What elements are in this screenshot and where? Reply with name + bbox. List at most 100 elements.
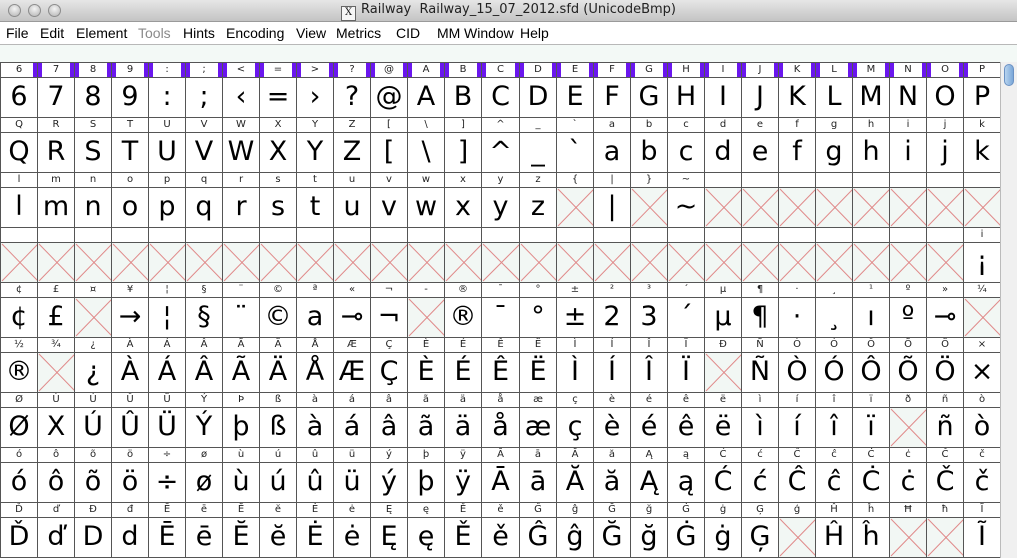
glyph-cell[interactable]: § § [185,282,223,338]
glyph-cell[interactable] [259,227,297,283]
glyph-cell[interactable]: :: [148,62,186,118]
glyph-cell[interactable]: Þþ [222,392,260,448]
menu-file[interactable]: File [6,25,29,41]
glyph-cell[interactable]: ĒĒ [148,502,186,558]
glyph-cell[interactable] [778,227,816,283]
glyph-cell[interactable]: kk [963,117,1000,173]
glyph-cell[interactable]: TT [111,117,149,173]
glyph-cell[interactable]: @ @ [370,62,408,118]
glyph-cell[interactable]: ăă [593,447,631,503]
glyph-cell[interactable] [111,227,149,283]
glyph-cell[interactable] [963,172,1000,228]
glyph-cell[interactable]: ÌÌ [556,337,594,393]
glyph-cell[interactable]: ` ` [556,117,594,173]
glyph-cell[interactable]: áá [333,392,371,448]
glyph-cell[interactable]: ħ [926,502,964,558]
glyph-cell[interactable]: ÉÉ [444,337,482,393]
glyph-cell[interactable]: ĂĂ [556,447,594,503]
glyph-cell[interactable]: çç [556,392,594,448]
menu-help[interactable]: Help [520,25,549,41]
glyph-cell[interactable]: ¥ → [111,282,149,338]
glyph-cell[interactable]: \ \ [407,117,445,173]
glyph-cell[interactable]: ^ ^ [481,117,520,173]
glyph-cell[interactable]: ÂÂ [185,337,223,393]
glyph-cell[interactable]: · · [778,282,816,338]
glyph-cell[interactable] [148,227,186,283]
glyph-cell[interactable]: < ‹ [222,62,260,118]
glyph-cell[interactable] [815,227,853,283]
glyph-cell[interactable] [222,227,260,283]
glyph-cell[interactable]: îî [815,392,853,448]
glyph-cell[interactable]: GG [630,62,668,118]
glyph-cell[interactable]: YY [296,117,334,173]
glyph-cell[interactable]: ss [259,172,297,228]
glyph-cell[interactable]: ĚĚ [444,502,482,558]
glyph-cell[interactable]: ÜÜ [148,392,186,448]
glyph-cell[interactable]: QQ [0,117,38,173]
glyph-cell[interactable]: ¹ı [852,282,890,338]
glyph-cell[interactable]: ¦ ¦ [148,282,186,338]
glyph-cell[interactable]: ĈĈ [778,447,816,503]
glyph-cell[interactable]: oo [111,172,149,228]
glyph-cell[interactable]: ÖÖ [926,337,964,393]
glyph-cell[interactable]: ÔÔ [852,337,890,393]
glyph-cell[interactable]: 66 [0,62,38,118]
glyph-cell[interactable]: ďď [37,502,75,558]
glyph-cell[interactable]: nn [74,172,112,228]
glyph-cell[interactable]: SS [74,117,112,173]
glyph-cell[interactable]: ĔĔ [222,502,260,558]
glyph-cell[interactable]: ® ® [444,282,482,338]
glyph-cell[interactable]: ýý [370,447,408,503]
glyph-cell[interactable]: ºº [889,282,927,338]
glyph-cell[interactable]: ÍÍ [593,337,631,393]
glyph-cell[interactable]: aa [593,117,631,173]
glyph-cell[interactable]: ¢ ¢ [0,282,38,338]
glyph-cell[interactable]: ØØ [0,392,38,448]
glyph-cell[interactable] [593,227,631,283]
glyph-cell[interactable]: [[ [370,117,408,173]
glyph-cell[interactable]: ÒÒ [778,337,816,393]
glyph-cell[interactable]: ÕÕ [889,337,927,393]
glyph-cell[interactable]: þþ [407,447,445,503]
glyph-cell[interactable]: ēē [185,502,223,558]
glyph-cell[interactable]: ĖĖ [296,502,334,558]
glyph-cell[interactable]: ùù [222,447,260,503]
glyph-cell[interactable]: ëë [704,392,742,448]
glyph-cell[interactable]: ææ [519,392,557,448]
glyph-cell[interactable] [741,227,779,283]
glyph-cell[interactable]: tt [296,172,334,228]
glyph-cell[interactable]: VV [185,117,223,173]
scrollbar-thumb[interactable] [1004,64,1014,86]
glyph-cell[interactable]: ll [0,172,38,228]
menu-encoding[interactable]: Encoding [226,25,284,41]
menu-cid[interactable]: CID [396,25,420,41]
glyph-cell[interactable]: ęę [407,502,445,558]
glyph-cell[interactable]: ¾ [37,337,75,393]
glyph-cell[interactable]: ĄĄ [630,447,668,503]
glyph-cell[interactable]: ĠĠ [667,502,705,558]
glyph-cell[interactable]: ġġ [704,502,742,558]
glyph-cell[interactable]: xx [444,172,482,228]
glyph-cell[interactable]: ?? [333,62,371,118]
glyph-cell[interactable]: ÝÝ [185,392,223,448]
glyph-cell[interactable]: { [556,172,594,228]
glyph-cell[interactable]: zz [519,172,557,228]
glyph-cell[interactable]: AA [407,62,445,118]
menu-metrics[interactable]: Metrics [336,25,381,41]
glyph-cell[interactable]: uu [333,172,371,228]
glyph-cell[interactable] [704,227,742,283]
glyph-cell[interactable]: EE [556,62,594,118]
glyph-cell[interactable] [667,227,705,283]
glyph-cell[interactable]: dd [704,117,742,173]
glyph-cell[interactable]: ĥĥ [852,502,890,558]
glyph-cell[interactable]: DD [519,62,557,118]
glyph-cell[interactable] [778,172,816,228]
glyph-cell[interactable]: åå [481,392,520,448]
glyph-cell[interactable]: MM [852,62,890,118]
glyph-cell[interactable]: BB [444,62,482,118]
glyph-cell[interactable]: ÆÆ [333,337,371,393]
menu-hints[interactable]: Hints [183,25,215,41]
glyph-cell[interactable]: ð [889,392,927,448]
glyph-cell[interactable]: 99 [111,62,149,118]
glyph-cell[interactable]: öö [111,447,149,503]
